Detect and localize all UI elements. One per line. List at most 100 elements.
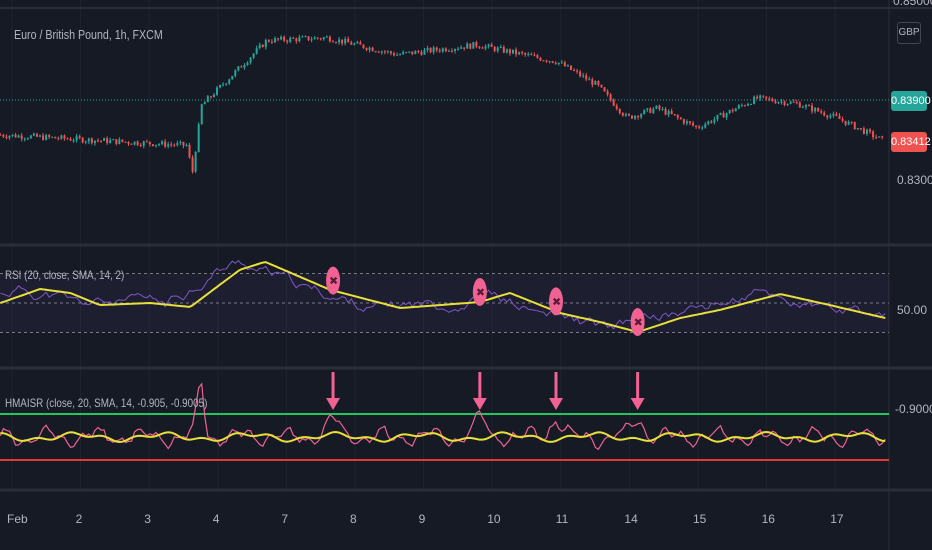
candle-body [652, 108, 655, 113]
candle-body [402, 52, 405, 55]
candle-body [734, 108, 737, 112]
candle-body [695, 125, 698, 127]
candle-body [441, 48, 444, 52]
chart-canvas[interactable]: ✖ ✖ ✖ ✖ [0, 0, 932, 550]
candle-body [795, 102, 798, 104]
candle-body [713, 119, 716, 123]
candle-body [637, 115, 640, 118]
candle-body [249, 57, 252, 63]
candle-body [756, 96, 759, 99]
candle-body [35, 133, 38, 137]
candle-body [191, 157, 194, 172]
candle-body [341, 39, 344, 44]
candle-body [60, 135, 63, 139]
candle-body [109, 140, 112, 144]
candle-body [310, 39, 313, 41]
candle-body [151, 144, 154, 147]
candle-body [435, 47, 438, 51]
candle-body [81, 137, 84, 143]
candle-body [493, 46, 496, 51]
candle-body [765, 96, 768, 99]
candle-body [179, 141, 182, 144]
candle-body [380, 51, 383, 53]
candle-body [438, 50, 441, 52]
candle-body [215, 87, 218, 95]
candle-body [392, 53, 395, 56]
candle-body [252, 53, 255, 58]
candle-body [783, 101, 786, 105]
candle-body [292, 37, 295, 39]
candle-body [5, 136, 8, 138]
candle-body [54, 136, 57, 139]
candle-body [862, 128, 865, 134]
candle-body [374, 51, 377, 53]
symbol-title: Euro / British Pound, 1h, FXCM [14, 27, 163, 42]
candle-body [640, 114, 643, 118]
rsi-pane-title[interactable]: RSI (20, close, SMA, 14, 2) [5, 268, 124, 282]
candle-body [814, 107, 817, 112]
candle-body [197, 124, 200, 153]
candle-body [136, 141, 139, 146]
candle-body [23, 138, 26, 140]
candle-body [817, 107, 820, 112]
candle-body [414, 50, 417, 55]
candle-body [396, 54, 399, 56]
candle-body [472, 42, 475, 49]
candle-body [499, 46, 502, 48]
candle-body [829, 115, 832, 118]
candle-body [612, 100, 615, 106]
candle-body [475, 42, 478, 47]
signal-x-icon: ✖ [329, 275, 338, 288]
candle-body [11, 134, 14, 136]
candle-body [615, 105, 618, 109]
candle-body [771, 98, 774, 102]
candle-body [569, 65, 572, 70]
down-arrow-icon [472, 398, 487, 410]
candle-body [78, 136, 81, 138]
currency-button[interactable]: GBP [897, 22, 921, 44]
candle-body [573, 69, 576, 71]
candle-body [838, 115, 841, 119]
candle-body [0, 134, 2, 136]
candle-body [710, 121, 713, 123]
candle-body [325, 36, 328, 38]
candle-body [148, 141, 151, 145]
candle-body [865, 129, 868, 134]
candle-body [649, 108, 652, 113]
candle-body [460, 47, 463, 49]
candle-body [542, 60, 545, 62]
candle-body [878, 136, 881, 138]
candle-body [420, 52, 423, 55]
candle-body [188, 145, 191, 158]
candle-body [212, 94, 215, 97]
candle-body [704, 124, 707, 128]
candle-body [127, 141, 130, 144]
candle-body [270, 41, 273, 43]
candle-body [698, 126, 701, 128]
last-price-tag: 0.83412 [891, 132, 931, 152]
candle-body [634, 115, 637, 119]
candle-body [219, 85, 222, 88]
down-arrow-icon [630, 398, 645, 410]
candle-body [164, 141, 167, 147]
candle-body [383, 51, 386, 53]
candle-body [692, 122, 695, 126]
hma-pane-title[interactable]: HMAISR (close, 20, SMA, 14, -0.905, -0.9… [5, 396, 207, 410]
candle-body [631, 115, 634, 119]
candle-body [673, 114, 676, 116]
candle-body [807, 105, 810, 107]
candle-body [606, 91, 609, 95]
candle-body [826, 115, 829, 118]
candle-body [832, 113, 835, 116]
candle-body [20, 135, 23, 139]
candle-body [618, 108, 621, 113]
candle-body [335, 42, 338, 44]
candle-body [585, 75, 588, 80]
candle-body [75, 136, 78, 141]
candle-body [624, 114, 627, 116]
candle-body [316, 37, 319, 39]
hma-axis-label: -0.90000 [895, 402, 932, 416]
candle-body [405, 52, 408, 54]
candle-body [411, 51, 414, 55]
candle-body [14, 134, 17, 138]
